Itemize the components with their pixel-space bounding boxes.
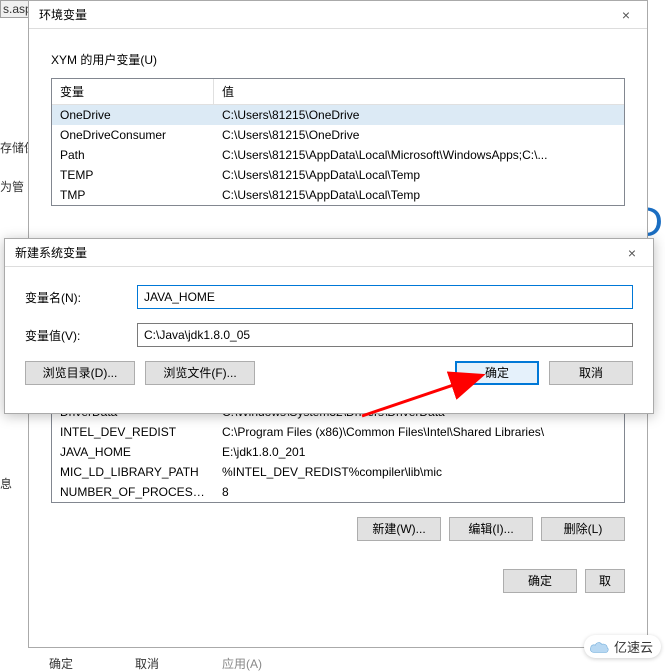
- cell-var-value: 8: [214, 482, 624, 502]
- env-ok-button[interactable]: 确定: [503, 569, 577, 593]
- cell-var-name: OneDriveConsumer: [52, 125, 214, 145]
- bg-tab-fragment: s.asp: [0, 0, 29, 18]
- cell-var-value: C:\Users\81215\AppData\Local\Temp: [214, 165, 624, 185]
- cell-var-value: E:\jdk1.8.0_201: [214, 442, 624, 462]
- env-cancel-button[interactable]: 取: [585, 569, 625, 593]
- cell-var-value: C:\Program Files (x86)\Common Files\Inte…: [214, 422, 624, 442]
- user-vars-group-label: XYM 的用户变量(U): [51, 51, 625, 68]
- cell-var-value: %INTEL_DEV_REDIST%compiler\lib\mic: [214, 462, 624, 482]
- bg-ok-button-fragment: 确定: [49, 655, 73, 672]
- cancel-button[interactable]: 取消: [549, 361, 633, 385]
- edit-sys-var-button[interactable]: 编辑(I)...: [449, 517, 533, 541]
- cell-var-name: JAVA_HOME: [52, 442, 214, 462]
- watermark-text: 亿速云: [614, 637, 653, 656]
- user-vars-table[interactable]: 变量 值 OneDrive C:\Users\81215\OneDrive On…: [51, 78, 625, 206]
- new-var-window-title: 新建系统变量: [15, 244, 87, 261]
- watermark-badge: 亿速云: [584, 635, 661, 658]
- browse-directory-button[interactable]: 浏览目录(D)...: [25, 361, 135, 385]
- table-row[interactable]: OneDrive C:\Users\81215\OneDrive: [52, 105, 624, 125]
- close-icon[interactable]: ×: [611, 7, 641, 23]
- bg-text-fragment: 息: [0, 475, 12, 492]
- bg-text-fragment: 为管: [0, 178, 24, 195]
- table-row[interactable]: INTEL_DEV_REDIST C:\Program Files (x86)\…: [52, 422, 624, 442]
- cell-var-value: C:\Users\81215\AppData\Local\Temp: [214, 185, 624, 205]
- system-vars-table[interactable]: DriverData C:\Windows\System32\Drivers\D…: [51, 402, 625, 503]
- table-row[interactable]: Path C:\Users\81215\AppData\Local\Micros…: [52, 145, 624, 165]
- cell-var-name: OneDrive: [52, 105, 214, 125]
- env-titlebar: 环境变量 ×: [29, 1, 647, 29]
- new-var-titlebar: 新建系统变量 ×: [5, 239, 653, 267]
- cell-var-name: TEMP: [52, 165, 214, 185]
- cell-var-name: INTEL_DEV_REDIST: [52, 422, 214, 442]
- var-name-label: 变量名(N):: [25, 289, 137, 306]
- var-name-input[interactable]: [137, 285, 633, 309]
- col-header-value[interactable]: 值: [214, 79, 624, 104]
- new-system-variable-dialog: 新建系统变量 × 变量名(N): 变量值(V): 浏览目录(D)... 浏览文件…: [4, 238, 654, 414]
- close-icon[interactable]: ×: [617, 245, 647, 261]
- table-row[interactable]: TMP C:\Users\81215\AppData\Local\Temp: [52, 185, 624, 205]
- table-row[interactable]: NUMBER_OF_PROCESSORS 8: [52, 482, 624, 502]
- table-row[interactable]: TEMP C:\Users\81215\AppData\Local\Temp: [52, 165, 624, 185]
- cell-var-name: NUMBER_OF_PROCESSORS: [52, 482, 214, 502]
- col-header-name[interactable]: 变量: [52, 79, 214, 104]
- bg-apply-button-fragment: 应用(A): [222, 655, 262, 672]
- var-value-input[interactable]: [137, 323, 633, 347]
- table-row[interactable]: OneDriveConsumer C:\Users\81215\OneDrive: [52, 125, 624, 145]
- ok-button[interactable]: 确定: [455, 361, 539, 385]
- cell-var-value: C:\Users\81215\AppData\Local\Microsoft\W…: [214, 145, 624, 165]
- table-row[interactable]: JAVA_HOME E:\jdk1.8.0_201: [52, 442, 624, 462]
- cell-var-value: C:\Users\81215\OneDrive: [214, 105, 624, 125]
- browse-file-button[interactable]: 浏览文件(F)...: [145, 361, 255, 385]
- new-sys-var-button[interactable]: 新建(W)...: [357, 517, 441, 541]
- cell-var-name: TMP: [52, 185, 214, 205]
- table-header: 变量 值: [52, 79, 624, 105]
- var-value-label: 变量值(V):: [25, 327, 137, 344]
- cell-var-name: MIC_LD_LIBRARY_PATH: [52, 462, 214, 482]
- cell-var-value: C:\Users\81215\OneDrive: [214, 125, 624, 145]
- cell-var-name: Path: [52, 145, 214, 165]
- bg-cancel-button-fragment: 取消: [135, 655, 159, 672]
- table-row[interactable]: MIC_LD_LIBRARY_PATH %INTEL_DEV_REDIST%co…: [52, 462, 624, 482]
- env-window-title: 环境变量: [39, 6, 87, 23]
- delete-sys-var-button[interactable]: 删除(L): [541, 517, 625, 541]
- cloud-icon: [588, 639, 610, 655]
